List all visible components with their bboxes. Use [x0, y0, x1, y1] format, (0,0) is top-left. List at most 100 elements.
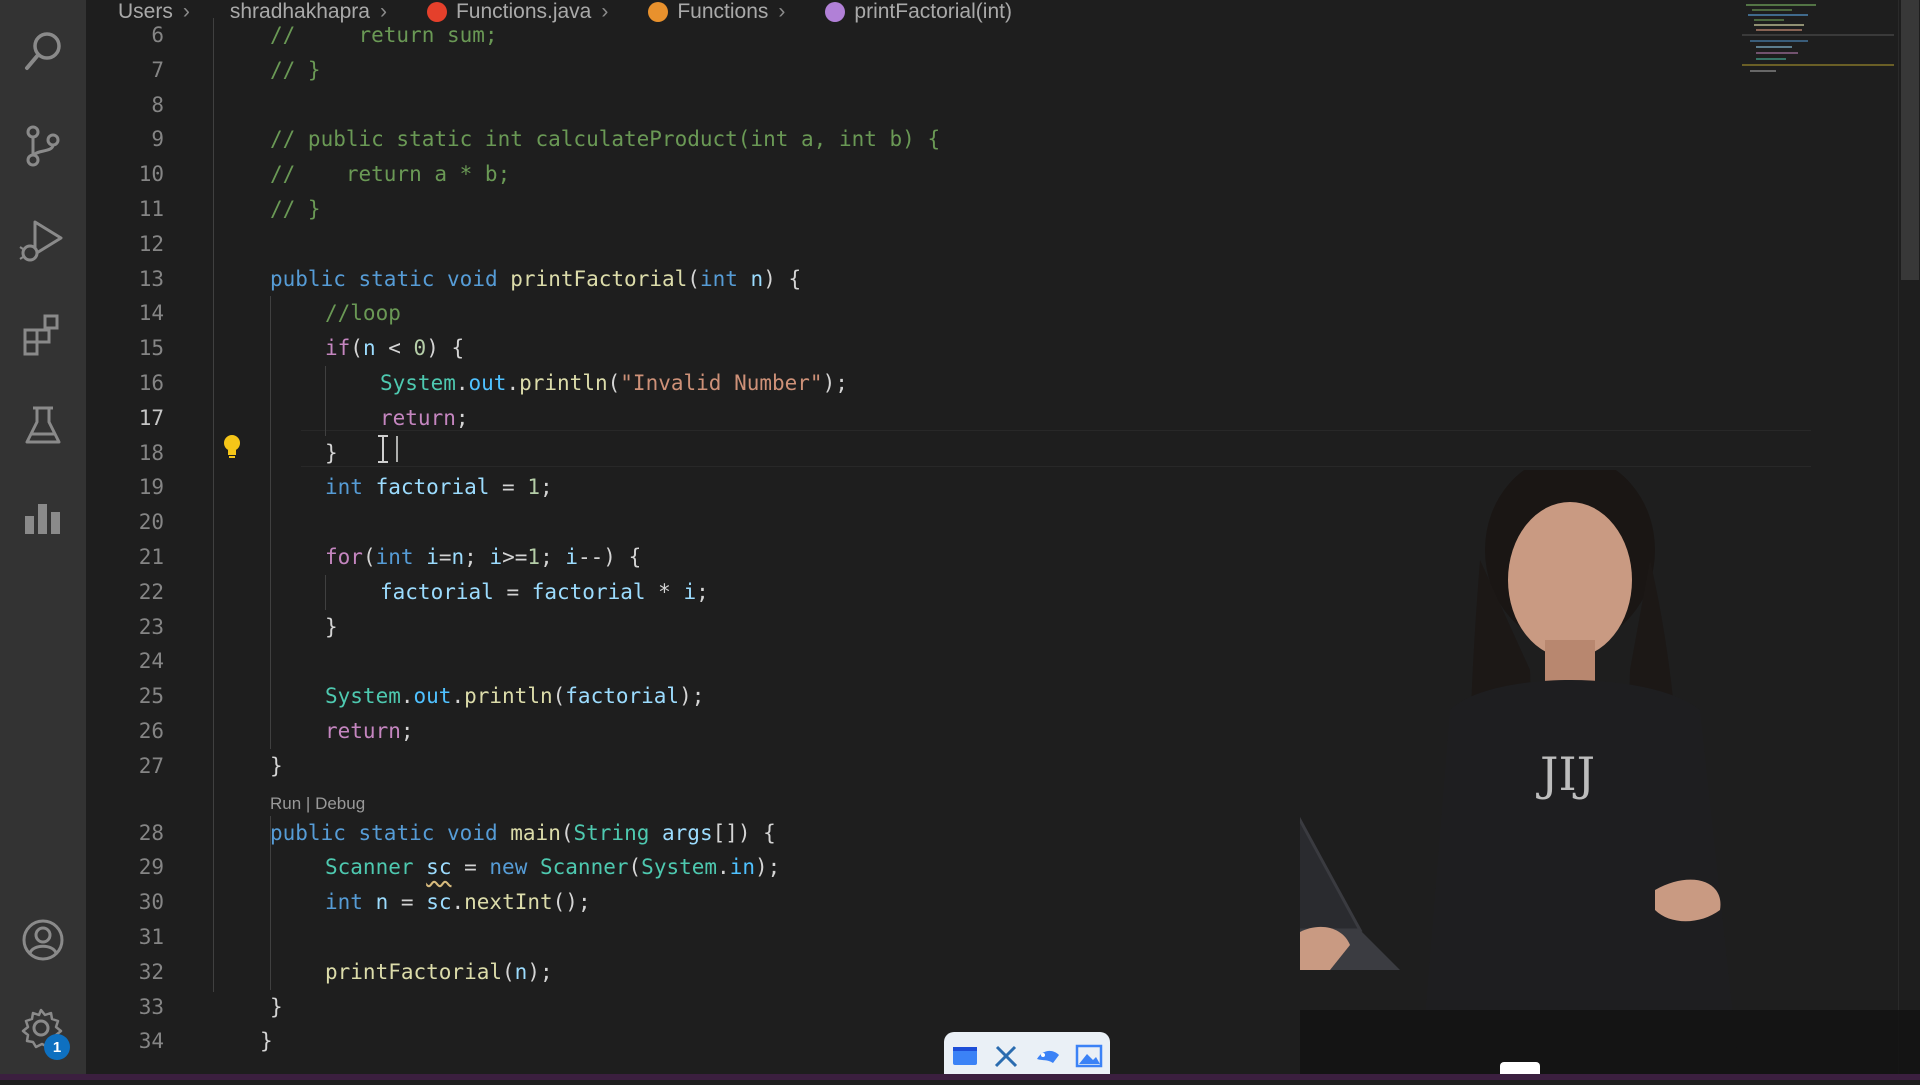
line-number: 26 [138, 719, 164, 743]
line-number: 12 [138, 231, 164, 256]
code-token: public [270, 820, 346, 845]
code-token: // return sum; [270, 23, 498, 47]
line-number: 15 [138, 336, 164, 361]
line-number: 22 [138, 579, 164, 604]
indent-guide [270, 296, 271, 749]
codelens-run[interactable]: Run [270, 794, 301, 813]
code-line[interactable]: // } [270, 53, 321, 88]
code-line[interactable]: public static void printFactorial(int n)… [270, 262, 801, 297]
search-icon[interactable] [0, 12, 86, 92]
code-token: = [438, 545, 452, 569]
code-line[interactable]: public static void main(String args[]) { [270, 816, 776, 851]
code-token: . [455, 371, 469, 395]
code-token: * [645, 579, 684, 604]
code-line[interactable]: System.out.println(factorial); [325, 679, 704, 714]
line-number: 33 [138, 994, 164, 1019]
code-token: if [325, 336, 351, 361]
tools-icon[interactable] [991, 1041, 1021, 1071]
code-token: println [519, 371, 608, 395]
code-line[interactable]: } [325, 610, 338, 645]
code-token: []) { [712, 820, 776, 845]
code-line[interactable]: System.out.println("Invalid Number"); [380, 366, 848, 401]
line-number: 20 [138, 510, 164, 535]
line-number: 19 [138, 475, 164, 500]
line-number: 7 [151, 57, 164, 82]
code-token: Scanner [540, 855, 629, 880]
line-number: 18 [138, 440, 164, 465]
code-line[interactable]: } [260, 1024, 273, 1059]
code-token: factorial [565, 684, 680, 709]
code-token: < [375, 336, 414, 361]
run-debug-icon[interactable] [0, 200, 86, 280]
code-token: (); [552, 890, 591, 915]
code-token: i [489, 545, 503, 569]
line-number: 32 [138, 959, 164, 984]
code-token: return [380, 405, 456, 430]
code-token: ; [400, 719, 414, 743]
code-token: = [388, 890, 427, 915]
code-line[interactable]: if(n < 0) { [325, 331, 464, 366]
code-token: 1 [527, 475, 540, 500]
code-token: ; [464, 545, 490, 569]
image-icon[interactable] [1074, 1041, 1104, 1071]
indent-guide [213, 18, 214, 993]
code-line[interactable]: factorial = factorial * i; [380, 575, 709, 610]
code-token: ); [754, 855, 781, 880]
code-line[interactable]: printFactorial(n); [325, 955, 553, 990]
line-number: 27 [138, 753, 164, 778]
code-token: ; [455, 405, 469, 430]
lightbulb-icon[interactable] [219, 432, 245, 460]
breadcrumb-label: printFactorial(int) [854, 0, 1012, 23]
code-token: 1 [527, 545, 541, 569]
code-token: int [325, 890, 363, 915]
code-token: new [489, 855, 528, 880]
code-token: ( [502, 959, 515, 984]
code-line[interactable]: for(int i=n; i>=1; i--) { [325, 540, 641, 575]
code-line[interactable]: } [270, 749, 283, 784]
code-token: i [426, 545, 439, 569]
code-line[interactable]: int factorial = 1; [325, 470, 553, 505]
scrollbar-thumb[interactable] [1901, 0, 1919, 280]
line-number: 28 [138, 820, 164, 845]
manage-gear-icon[interactable]: 1 [0, 990, 86, 1070]
breadcrumb-separator-icon: › [182, 0, 190, 23]
accounts-icon[interactable] [0, 900, 86, 980]
code-line[interactable]: // return sum; [270, 18, 498, 53]
window-icon[interactable] [950, 1041, 980, 1071]
code-line[interactable]: } [270, 990, 283, 1025]
line-number: 8 [151, 92, 164, 117]
code-token: . [451, 890, 465, 915]
source-control-icon[interactable] [0, 106, 86, 186]
code-line[interactable]: // } [270, 192, 321, 227]
code-token: int [699, 266, 738, 291]
code-line[interactable]: return; [325, 714, 414, 749]
code-line[interactable]: // return a * b; [270, 157, 510, 192]
minimap[interactable] [1742, 0, 1894, 90]
svg-text:JIJ: JIJ [1536, 747, 1595, 801]
code-line[interactable]: int n = sc.nextInt(); [325, 885, 591, 920]
testing-icon[interactable] [0, 386, 86, 466]
codelens-separator: | [301, 794, 316, 813]
code-line[interactable]: return; [380, 401, 469, 436]
line-number: 23 [138, 614, 164, 639]
window-bottom-edge [0, 1074, 1920, 1080]
code-line[interactable]: Scanner sc = new Scanner(System.in); [325, 850, 780, 885]
breadcrumb-item[interactable]: printFactorial(int) [825, 0, 1012, 24]
code-token: String [573, 820, 650, 845]
charts-icon[interactable] [0, 478, 86, 558]
code-line[interactable]: //loop [325, 296, 401, 331]
extensions-icon[interactable] [0, 294, 86, 374]
line-number: 13 [138, 266, 164, 291]
code-line[interactable]: // public static int calculateProduct(in… [270, 122, 940, 157]
current-line-highlight [301, 430, 1811, 467]
codelens-debug[interactable]: Debug [315, 794, 365, 813]
breadcrumb-separator-icon: › [778, 0, 786, 23]
breadcrumb-item[interactable]: Functions [648, 0, 768, 24]
paint-icon[interactable] [1033, 1041, 1063, 1071]
code-line[interactable]: } [325, 436, 338, 471]
